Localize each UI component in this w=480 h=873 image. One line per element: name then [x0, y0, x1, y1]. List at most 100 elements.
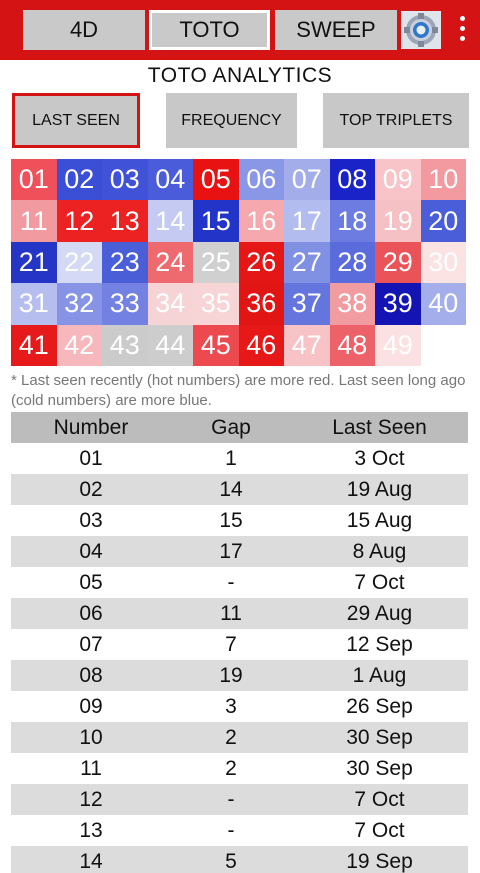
cell-last-seen: 7 Oct — [354, 787, 405, 811]
heatmap-cell-34[interactable]: 34 — [147, 283, 193, 325]
heatmap-cell-36[interactable]: 36 — [238, 283, 284, 325]
table-row: 10 2 30 Sep — [11, 722, 468, 753]
cell-last-seen: 19 Sep — [346, 849, 413, 873]
heatmap-cell-09[interactable]: 09 — [375, 159, 421, 201]
heatmap-cell-46[interactable]: 46 — [238, 324, 284, 366]
top-triplets-button[interactable]: TOP TRIPLETS — [323, 93, 469, 148]
heatmap-cell-10[interactable]: 10 — [420, 159, 466, 201]
cell-number: 11 — [80, 756, 102, 780]
heatmap-cell-22[interactable]: 22 — [56, 241, 102, 284]
heatmap-cell-45[interactable]: 45 — [193, 324, 239, 366]
cell-last-seen: 7 Oct — [354, 818, 405, 842]
heatmap-cell-23[interactable]: 23 — [102, 241, 148, 284]
table-row: 03 15 15 Aug — [11, 505, 468, 536]
cell-gap: 14 — [219, 477, 243, 501]
heatmap-cell-27[interactable]: 27 — [284, 241, 330, 284]
heatmap-cell-42[interactable]: 42 — [56, 324, 102, 366]
tab-toto[interactable]: TOTO — [149, 10, 270, 50]
cell-gap: 3 — [225, 694, 237, 718]
heatmap-cell-35[interactable]: 35 — [193, 283, 239, 325]
cell-number: 05 — [79, 570, 103, 594]
cell-number: 09 — [79, 694, 103, 718]
table-row: 05 - 7 Oct — [11, 567, 468, 598]
heatmap-cell-37[interactable]: 37 — [284, 283, 330, 325]
heatmap-cell-41[interactable]: 41 — [11, 324, 57, 366]
last-seen-table: Number Gap Last Seen 01 1 3 Oct 02 14 19 Aug 0… — [11, 412, 468, 873]
heatmap-cell-21[interactable]: 21 — [11, 241, 57, 284]
heatmap-cell-07[interactable]: 07 — [284, 159, 330, 201]
heatmap-cell-48[interactable]: 48 — [329, 324, 375, 366]
table-row: 06 11 29 Aug — [11, 598, 468, 629]
cell-gap: 1 — [225, 446, 237, 470]
column-header-gap[interactable]: Gap — [171, 412, 291, 443]
heatmap-cell-47[interactable]: 47 — [284, 324, 330, 366]
cell-gap: - — [227, 570, 235, 594]
cell-last-seen: 30 Sep — [346, 725, 413, 749]
more-vert-icon[interactable] — [452, 16, 472, 46]
cell-gap: 11 — [220, 601, 242, 625]
cell-gap: - — [227, 818, 235, 842]
heatmap-cell-28[interactable]: 28 — [329, 241, 375, 284]
heatmap-cell-32[interactable]: 32 — [56, 283, 102, 325]
cell-number: 14 — [79, 849, 103, 873]
heatmap-cell-19[interactable]: 19 — [375, 200, 421, 242]
column-header-number[interactable]: Number — [11, 412, 171, 443]
heatmap-cell-38[interactable]: 38 — [329, 283, 375, 325]
cell-gap: 15 — [219, 508, 243, 532]
heatmap-cell-14[interactable]: 14 — [147, 200, 193, 242]
heatmap-cell-33[interactable]: 33 — [102, 283, 148, 325]
heatmap-cell-08[interactable]: 08 — [329, 159, 375, 201]
heatmap-cell-40[interactable]: 40 — [420, 283, 466, 325]
cell-gap: 17 — [219, 539, 243, 563]
column-header-last-seen[interactable]: Last Seen — [291, 412, 468, 443]
cell-last-seen: 26 Sep — [346, 694, 413, 718]
heatmap-cell-18[interactable]: 18 — [329, 200, 375, 242]
cell-number: 04 — [79, 539, 103, 563]
frequency-button[interactable]: FREQUENCY — [166, 93, 297, 148]
heatmap-cell-16[interactable]: 16 — [238, 200, 284, 242]
heatmap-cell-05[interactable]: 05 — [193, 159, 239, 201]
cell-last-seen: 30 Sep — [346, 756, 413, 780]
heatmap-cell-20[interactable]: 20 — [420, 200, 466, 242]
heatmap-cell-03[interactable]: 03 — [102, 159, 148, 201]
table-row: 08 19 1 Aug — [11, 660, 468, 691]
heatmap-cell-29[interactable]: 29 — [375, 241, 421, 284]
cell-last-seen: 15 Aug — [346, 508, 413, 532]
heatmap-cell-06[interactable]: 06 — [238, 159, 284, 201]
heatmap-cell-04[interactable]: 04 — [147, 159, 193, 201]
table-row: 01 1 3 Oct — [11, 443, 468, 474]
table-row: 12 - 7 Oct — [11, 784, 468, 815]
number-heatmap-grid: 01 02 03 04 05 06 07 08 09 10 11 12 13 14 15 16 17 18 19 20… — [11, 159, 466, 366]
cell-gap: 5 — [225, 849, 237, 873]
heatmap-cell-01[interactable]: 01 — [11, 159, 57, 201]
settings-gear-icon[interactable] — [401, 11, 441, 49]
heatmap-cell-31[interactable]: 31 — [11, 283, 57, 325]
heatmap-cell-44[interactable]: 44 — [147, 324, 193, 366]
table-header: Number Gap Last Seen — [11, 412, 468, 443]
cell-number: 13 — [79, 818, 103, 842]
cell-number: 10 — [79, 725, 103, 749]
cell-last-seen: 3 Oct — [354, 446, 405, 470]
heatmap-cell-13[interactable]: 13 — [102, 200, 148, 242]
cell-number: 12 — [79, 787, 103, 811]
heatmap-cell-11[interactable]: 11 — [11, 200, 57, 242]
cell-last-seen: 1 Aug — [352, 663, 407, 687]
heatmap-cell-30[interactable]: 30 — [420, 241, 466, 284]
cell-gap: 7 — [225, 632, 237, 656]
heatmap-cell-49[interactable]: 49 — [375, 324, 421, 366]
cell-gap: 2 — [225, 756, 237, 780]
heatmap-cell-25[interactable]: 25 — [193, 241, 239, 284]
heatmap-cell-24[interactable]: 24 — [147, 241, 193, 284]
page-title: TOTO ANALYTICS — [147, 64, 333, 87]
heatmap-cell-43[interactable]: 43 — [102, 324, 148, 366]
heatmap-cell-17[interactable]: 17 — [284, 200, 330, 242]
tab-sweep[interactable]: SWEEP — [275, 10, 397, 50]
heatmap-cell-15[interactable]: 15 — [193, 200, 239, 242]
tab-4d[interactable]: 4D — [23, 10, 145, 50]
last-seen-button[interactable]: LAST SEEN — [12, 93, 140, 148]
heatmap-cell-12[interactable]: 12 — [56, 200, 102, 242]
heatmap-cell-02[interactable]: 02 — [56, 159, 102, 201]
heatmap-cell-26[interactable]: 26 — [238, 241, 284, 284]
cell-number: 08 — [79, 663, 103, 687]
heatmap-cell-39[interactable]: 39 — [375, 283, 421, 325]
